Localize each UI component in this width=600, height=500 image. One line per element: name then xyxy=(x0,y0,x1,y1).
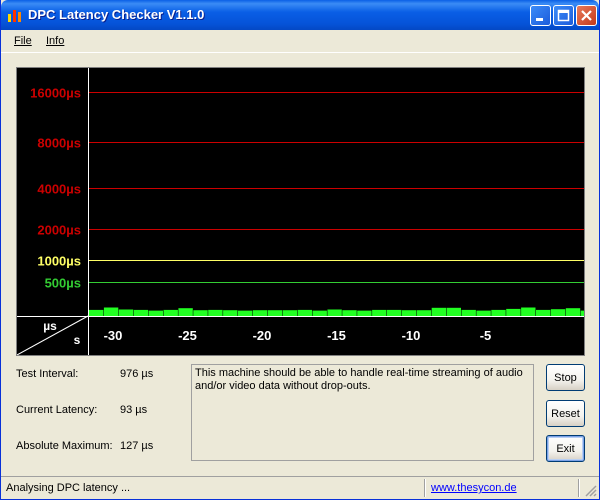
latency-bar xyxy=(565,308,581,316)
current-latency-label: Current Latency: xyxy=(16,404,98,416)
x-tick-label: -20 xyxy=(253,328,272,343)
latency-bar xyxy=(193,310,208,316)
exit-button[interactable]: Exit xyxy=(546,435,585,462)
menu-info-label: Info xyxy=(46,35,65,47)
latency-bar xyxy=(208,309,223,316)
x-tick-label: -25 xyxy=(178,328,197,343)
y-tick-label: 4000µs xyxy=(37,182,81,197)
x-tick-label: -30 xyxy=(104,328,123,343)
menu-info[interactable]: Info xyxy=(46,35,64,47)
test-interval-value: 976 µs xyxy=(120,368,154,380)
x-tick-label: -5 xyxy=(480,328,492,343)
latency-bar xyxy=(491,309,506,316)
latency-bar xyxy=(372,309,387,316)
status-separator xyxy=(578,479,580,497)
latency-chart: 16000µs 8000µs 4000µs 2000µs 1000µs 500µs µs s -… xyxy=(17,68,584,355)
latency-bar xyxy=(342,310,357,316)
latency-graph: 16000µs 8000µs 4000µs 2000µs 1000µs 500µs µs s -… xyxy=(16,67,585,356)
latency-bar xyxy=(401,310,417,316)
latency-bar xyxy=(267,310,283,316)
maximize-button[interactable] xyxy=(553,5,574,26)
latency-bar xyxy=(297,309,312,316)
app-icon xyxy=(8,10,21,22)
app-window: DPC Latency Checker V1.1.0 File Info 160… xyxy=(0,0,600,500)
maximize-icon xyxy=(557,9,570,22)
latency-bar xyxy=(476,310,491,316)
latency-bar xyxy=(431,307,447,316)
y-tick-label: 500µs xyxy=(45,276,81,291)
latency-bar xyxy=(580,310,584,316)
status-text: Analysing DPC latency ... xyxy=(6,482,131,494)
y-tick-label: 16000µs xyxy=(30,86,81,101)
stop-button[interactable]: Stop xyxy=(546,364,585,391)
menu-file[interactable]: File xyxy=(14,35,32,47)
x-tick-label: -15 xyxy=(327,328,346,343)
status-separator xyxy=(424,479,426,497)
reset-button[interactable]: Reset xyxy=(546,400,585,427)
latency-bar xyxy=(446,307,461,316)
close-icon xyxy=(581,10,592,21)
latency-bar xyxy=(148,310,163,316)
latency-bar xyxy=(238,310,253,316)
latency-bar xyxy=(118,309,134,316)
close-button[interactable] xyxy=(576,5,597,26)
menu-bar: File Info xyxy=(1,30,599,53)
latency-bar xyxy=(133,309,149,316)
latency-bar xyxy=(461,309,476,316)
latency-bar xyxy=(252,310,268,316)
absolute-maximum-value: 127 µs xyxy=(120,440,154,452)
x-tick-label: -10 xyxy=(402,328,421,343)
y-tick-label: 1000µs xyxy=(37,254,81,269)
latency-bar xyxy=(223,310,238,316)
latency-bar xyxy=(521,307,536,316)
minimize-button[interactable] xyxy=(530,5,551,26)
latency-bar xyxy=(89,309,104,316)
latency-bar xyxy=(536,309,551,316)
result-message: This machine should be able to handle re… xyxy=(191,364,534,461)
latency-bar xyxy=(103,307,119,316)
latency-bar xyxy=(163,309,178,316)
latency-bar xyxy=(178,308,193,316)
resize-grip-icon[interactable] xyxy=(585,485,597,497)
title-bar[interactable]: DPC Latency Checker V1.1.0 xyxy=(1,0,599,30)
minimize-icon xyxy=(536,18,543,21)
y-tick-label: 8000µs xyxy=(37,136,81,151)
latency-bar xyxy=(416,310,432,316)
latency-bar xyxy=(506,308,521,316)
y-tick-label: 2000µs xyxy=(37,223,81,238)
x-unit-label: s xyxy=(74,333,81,347)
latency-bar xyxy=(312,310,327,316)
latency-bar xyxy=(327,309,342,316)
status-bar: Analysing DPC latency ... www.thesycon.d… xyxy=(1,476,599,499)
latency-bar xyxy=(357,310,372,316)
latency-bar xyxy=(550,309,566,316)
absolute-maximum-label: Absolute Maximum: xyxy=(16,440,113,452)
test-interval-label: Test Interval: xyxy=(16,368,79,380)
latency-bar xyxy=(387,309,402,316)
menu-file-label: File xyxy=(14,35,32,47)
y-unit-label: µs xyxy=(43,319,57,333)
latency-bar xyxy=(282,310,298,316)
window-title: DPC Latency Checker V1.1.0 xyxy=(28,7,205,22)
website-link[interactable]: www.thesycon.de xyxy=(431,482,517,494)
current-latency-value: 93 µs xyxy=(120,404,148,416)
